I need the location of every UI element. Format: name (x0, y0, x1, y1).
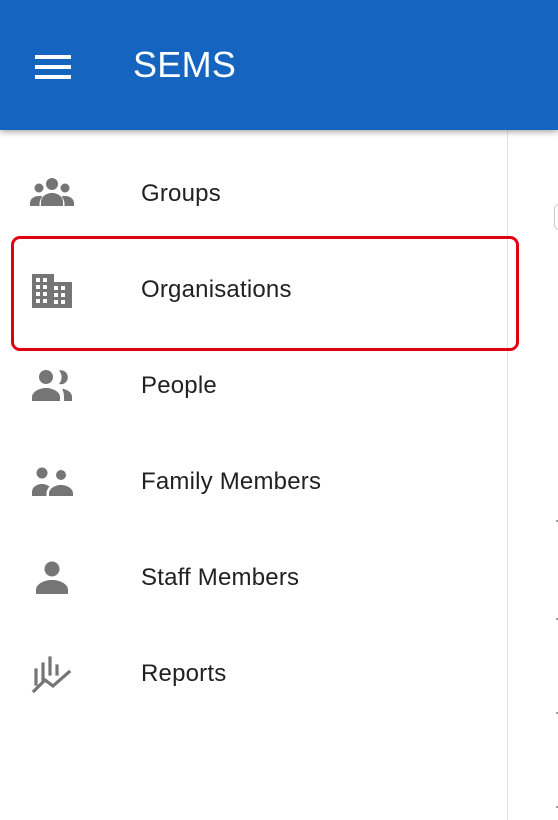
main-content-panel (507, 130, 558, 820)
app-window: SEMS Groups Organisations People Family … (0, 0, 558, 820)
nav-item-label: Groups (141, 180, 221, 207)
nav-item-label: People (141, 372, 217, 399)
building-icon (28, 270, 76, 310)
person-icon (28, 558, 76, 598)
nav-item-people[interactable]: People (0, 338, 506, 434)
app-title: SEMS (133, 44, 237, 85)
nav-item-label: Family Members (141, 468, 322, 495)
app-bar: SEMS (0, 0, 558, 130)
people-icon (28, 366, 76, 406)
groups-icon (28, 174, 76, 214)
nav-item-label: Organisations (141, 276, 292, 303)
nav-item-organisations[interactable]: Organisations (0, 242, 506, 338)
nav-item-reports[interactable]: Reports (0, 626, 506, 722)
nav-item-label: Staff Members (141, 564, 300, 591)
nav-item-family-members[interactable]: Family Members (0, 434, 506, 530)
panel-control (554, 204, 558, 230)
navigation-drawer: Groups Organisations People Family Membe… (0, 146, 506, 722)
nav-item-label: Reports (141, 660, 227, 687)
reports-icon (28, 654, 76, 694)
nav-item-staff-members[interactable]: Staff Members (0, 530, 506, 626)
menu-button[interactable] (22, 44, 82, 90)
family-icon (28, 462, 76, 502)
nav-item-groups[interactable]: Groups (0, 146, 506, 242)
